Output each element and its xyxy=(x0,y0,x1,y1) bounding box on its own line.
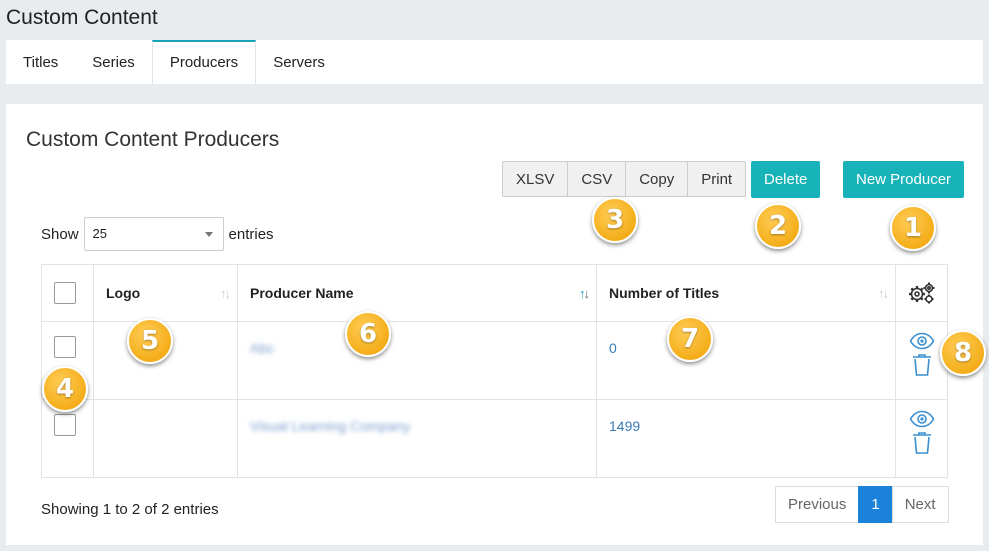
entries-suffix: entries xyxy=(228,225,274,243)
gears-icon[interactable] xyxy=(907,281,937,305)
column-header-producer-name[interactable]: Producer Name ↑↓ xyxy=(237,264,597,322)
callout-badge-1: 1 xyxy=(890,205,936,251)
producer-name-cell: Visual Learning Company xyxy=(237,399,597,478)
column-header-number-of-titles[interactable]: Number of Titles ↑↓ xyxy=(596,264,896,322)
show-entries-control: Show 25 entries xyxy=(41,217,274,251)
number-of-titles-cell: 0 xyxy=(596,321,896,400)
producer-name-link[interactable]: Visual Learning Company xyxy=(250,418,410,434)
next-page-button[interactable]: Next xyxy=(891,486,949,523)
print-button[interactable]: Print xyxy=(687,161,747,197)
sort-icon[interactable]: ↑↓ xyxy=(878,286,889,301)
callout-badge-3: 3 xyxy=(592,197,638,243)
copy-button[interactable]: Copy xyxy=(625,161,689,197)
producer-name-header-label: Producer Name xyxy=(250,285,354,301)
tab-series[interactable]: Series xyxy=(75,40,152,84)
export-csv-button[interactable]: CSV xyxy=(567,161,627,197)
producers-table: Logo ↑↓ Producer Name ↑↓ Number of Title… xyxy=(41,264,948,478)
trash-icon[interactable] xyxy=(911,431,933,455)
callout-badge-5: 5 xyxy=(127,318,173,364)
tab-producers[interactable]: Producers xyxy=(151,40,257,84)
table-header-row: Logo ↑↓ Producer Name ↑↓ Number of Title… xyxy=(41,264,948,322)
tab-servers[interactable]: Servers xyxy=(256,40,342,84)
number-of-titles-header-label: Number of Titles xyxy=(609,285,720,301)
actions-header-cell xyxy=(895,264,948,322)
entries-select[interactable]: 25 xyxy=(83,217,224,251)
tab-titles[interactable]: Titles xyxy=(6,40,75,84)
logo-cell xyxy=(93,399,238,478)
select-all-checkbox[interactable] xyxy=(54,282,76,304)
titles-count-link[interactable]: 1499 xyxy=(609,418,640,434)
actions-cell xyxy=(895,321,948,400)
actions-cell xyxy=(895,399,948,478)
table-row: Visual Learning Company 1499 xyxy=(41,399,948,478)
sort-icon[interactable]: ↑↓ xyxy=(220,286,231,301)
number-of-titles-cell: 1499 xyxy=(596,399,896,478)
show-label: Show xyxy=(41,225,79,243)
callout-badge-6: 6 xyxy=(345,311,391,357)
row-checkbox[interactable] xyxy=(54,336,76,358)
producer-name-cell: Abc xyxy=(237,321,597,400)
titles-count-link[interactable]: 0 xyxy=(609,340,617,356)
eye-icon[interactable] xyxy=(909,332,935,350)
callout-badge-8: 8 xyxy=(940,330,986,376)
eye-icon[interactable] xyxy=(909,410,935,428)
table-row: Abc 0 xyxy=(41,321,948,400)
column-header-logo[interactable]: Logo ↑↓ xyxy=(93,264,238,322)
new-producer-button[interactable]: New Producer xyxy=(843,161,965,198)
showing-entries-text: Showing 1 to 2 of 2 entries xyxy=(41,501,219,518)
page-1-button[interactable]: 1 xyxy=(858,486,893,523)
trash-icon[interactable] xyxy=(911,353,933,377)
callout-badge-2: 2 xyxy=(755,203,801,249)
card-title: Custom Content Producers xyxy=(26,128,280,151)
pagination: Previous 1 Next xyxy=(775,486,949,523)
delete-button[interactable]: Delete xyxy=(751,161,821,198)
select-all-cell xyxy=(41,264,94,322)
export-button-group: XLSV CSV Copy Print xyxy=(502,161,747,197)
tab-bar: Titles Series Producers Servers xyxy=(6,40,983,84)
previous-page-button[interactable]: Previous xyxy=(775,486,860,523)
export-xlsv-button[interactable]: XLSV xyxy=(502,161,569,197)
row-checkbox[interactable] xyxy=(54,414,76,436)
callout-badge-4: 4 xyxy=(42,366,88,412)
sort-asc-icon[interactable]: ↑↓ xyxy=(579,286,590,301)
entries-select-value: 25 xyxy=(92,226,107,241)
logo-header-label: Logo xyxy=(106,285,141,301)
callout-badge-7: 7 xyxy=(667,316,713,362)
producer-name-link[interactable]: Abc xyxy=(250,340,274,356)
page-title: Custom Content xyxy=(6,6,158,29)
